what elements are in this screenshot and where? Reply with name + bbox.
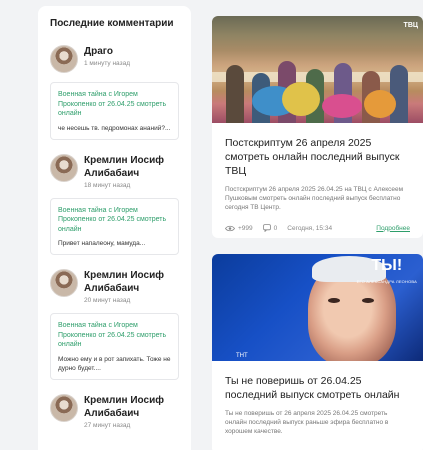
card-stats: +999 0 Сегодня, 15:34 Подробнее (225, 224, 410, 232)
avatar[interactable] (50, 393, 78, 422)
views-count: +999 (238, 224, 253, 232)
card-title[interactable]: Постскриптум 26 апреля 2025 смотреть онл… (225, 136, 410, 178)
card-thumbnail[interactable]: ТЫ! ЕГО АЛЕКСАНДРА ЛЕОНОВА ТНТ (212, 254, 423, 361)
avatar[interactable] (50, 45, 78, 73)
comment-author[interactable]: Кремлин Иосиф Алибабаич (84, 269, 179, 295)
thumbnail-figure (322, 94, 362, 118)
channel-logo: ТВЦ (403, 22, 418, 29)
show-logo-text: ТЫ! (371, 257, 403, 274)
comment-item: Кремлин Иосиф Алибабаич 18 минут назад В… (50, 153, 179, 255)
comments-stat: 0 (262, 224, 278, 232)
video-card: ТЫ! ЕГО АЛЕКСАНДРА ЛЕОНОВА ТНТ Ты не пов… (212, 254, 423, 450)
comment-box: Военная тайна с Игорем Прокопенко от 26.… (50, 197, 179, 255)
comment-box: Военная тайна с Игорем Прокопенко от 26.… (50, 82, 179, 140)
card-thumbnail[interactable]: ТВЦ (212, 16, 423, 123)
avatar[interactable] (50, 153, 78, 182)
thumbnail-figure (364, 90, 396, 118)
comments-count: 0 (273, 224, 278, 232)
comment-author[interactable]: Кремлин Иосиф Алибабаич (84, 154, 179, 180)
card-title[interactable]: Ты не поверишь от 26.04.25 последний вып… (225, 374, 410, 402)
recent-comments-panel: Последние комментарии Драго 1 минуту наз… (38, 6, 191, 450)
comment-time: 27 минут назад (84, 421, 131, 429)
video-card: ТВЦ Постскриптум 26 апреля 2025 смотреть… (212, 16, 423, 238)
comment-time: 18 минут назад (84, 181, 131, 189)
views-stat: +999 (225, 225, 253, 232)
comment-author[interactable]: Драго (84, 45, 130, 58)
thumbnail-eye (328, 298, 340, 303)
comment-item: Кремлин Иосиф Алибабаич 27 минут назад (50, 393, 179, 429)
show-logo-subtitle: ЕГО АЛЕКСАНДРА ЛЕОНОВА (356, 279, 417, 284)
comment-text: Можно ему и в рот запихать. Тоже не дурн… (58, 355, 171, 372)
comment-time: 20 минут назад (84, 297, 131, 304)
avatar[interactable] (50, 269, 78, 297)
thumbnail-figure (282, 82, 320, 116)
card-description: Постскриптум 26 апреля 2025 26.04.25 на … (225, 186, 404, 211)
channel-watermark: ТНТ (236, 353, 248, 359)
thumbnail-figure (226, 65, 244, 123)
eye-icon (225, 225, 235, 231)
show-logo: ТЫ! ЕГО АЛЕКСАНДРА ЛЕОНОВА (357, 258, 417, 290)
comment-text: че несешь тв. педромонах ананий?... (58, 124, 171, 132)
comment-post-link[interactable]: Военная тайна с Игорем Прокопенко от 26.… (58, 321, 171, 350)
recent-comments-title: Последние комментарии (50, 18, 174, 29)
comment-item: Кремлин Иосиф Алибабаич 20 минут назад В… (50, 269, 179, 380)
comment-item: Драго 1 минуту назад Военная тайна с Иго… (50, 45, 179, 140)
post-date: Сегодня, 15:34 (287, 224, 333, 232)
comment-text: Привет напалеону, мамуда... (58, 240, 146, 247)
comment-icon (262, 224, 271, 232)
comment-post-link[interactable]: Военная тайна с Игорем Прокопенко от 26.… (58, 90, 171, 119)
comment-time: 1 минуту назад (84, 60, 130, 67)
comment-box: Военная тайна с Игорем Прокопенко от 26.… (50, 313, 179, 380)
comment-post-link[interactable]: Военная тайна с Игорем Прокопенко от 26.… (58, 206, 171, 235)
comment-author[interactable]: Кремлин Иосиф Алибабаич (84, 394, 179, 420)
card-description: Ты не поверишь от 26 апреля 2025 26.04.2… (225, 410, 389, 435)
thumbnail-figure (390, 65, 408, 123)
more-link[interactable]: Подробнее (376, 225, 410, 232)
thumbnail-eye (362, 298, 374, 303)
